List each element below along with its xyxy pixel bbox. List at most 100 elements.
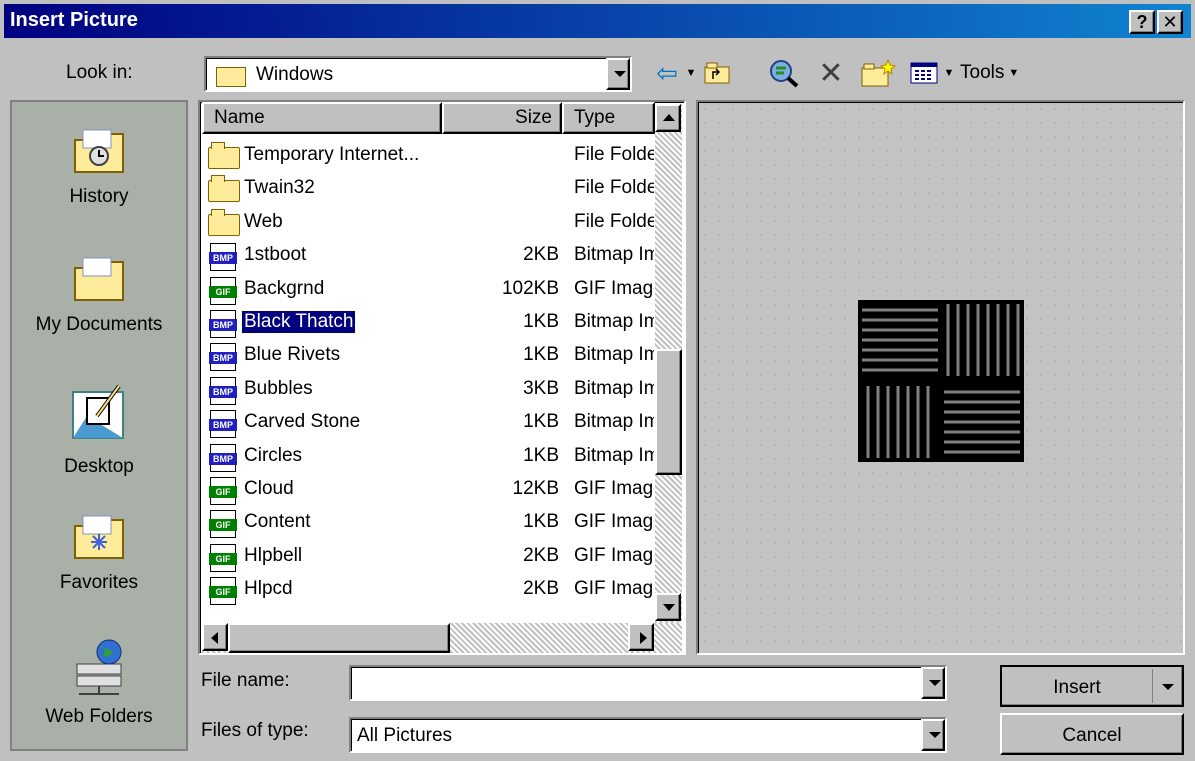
file-name: Web [244, 210, 283, 232]
column-header-label: Name [214, 107, 265, 128]
insert-button[interactable]: Insert [1000, 665, 1184, 707]
file-row[interactable]: BMPCircles 1KB Bitmap Image [202, 440, 657, 473]
file-name: Black Thatch [240, 310, 357, 334]
file-row[interactable]: Web File Folder [202, 206, 657, 239]
file-row[interactable]: Twain32 File Folder [202, 172, 657, 205]
up-arrow-icon [663, 114, 675, 121]
file-type: Bitmap Image [574, 344, 654, 366]
search-web-icon [770, 60, 799, 88]
file-row[interactable]: GIFHlpcd 2KB GIF Image [202, 573, 657, 606]
delete-button[interactable]: ✕ [814, 56, 848, 90]
gif-file-icon: GIF [206, 477, 240, 505]
help-icon: ? [1136, 12, 1148, 32]
bmp-file-icon: BMP [206, 376, 240, 405]
file-size: 1KB [523, 311, 559, 332]
column-header-label: Type [574, 107, 616, 128]
tools-label: Tools [960, 62, 1005, 83]
look-in-dropdown-button[interactable] [606, 58, 630, 90]
file-row[interactable]: Temporary Internet... File Folder [202, 139, 657, 172]
scroll-left-button[interactable] [202, 623, 228, 651]
place-web-folders[interactable]: Web Folders [12, 638, 186, 728]
bmp-file-icon: BMP [206, 343, 240, 372]
files-of-type-combo[interactable]: All Pictures [349, 717, 947, 753]
file-size: 1KB [523, 411, 559, 433]
insert-label: Insert [1053, 677, 1101, 698]
file-name: Blue Rivets [244, 344, 341, 366]
tools-menu-button[interactable]: Tools ▼ [960, 56, 1050, 90]
bmp-file-icon: BMP [206, 443, 240, 472]
cancel-label: Cancel [1062, 725, 1122, 746]
file-row[interactable]: GIFHlpbell 2KB GIF Image [202, 540, 657, 573]
right-arrow-icon [640, 632, 647, 644]
down-arrow-icon [663, 604, 675, 611]
column-header-label: Size [515, 107, 552, 128]
file-row[interactable]: BMP1stboot 2KB Bitmap Image [202, 239, 657, 272]
file-type: GIF Image [574, 578, 654, 600]
vertical-scrollbar[interactable] [655, 104, 682, 623]
file-row[interactable]: BMPBubbles 3KB Bitmap Image [202, 373, 657, 406]
look-in-combo[interactable]: Windows [204, 56, 632, 92]
insert-options-button[interactable] [1153, 667, 1183, 705]
place-label: My Documents [35, 314, 163, 335]
file-type: Bitmap Image [574, 311, 654, 332]
new-folder-icon [861, 58, 896, 87]
left-arrow-icon [211, 632, 218, 644]
column-header-type[interactable]: Type [562, 102, 655, 134]
file-type: Bitmap Image [574, 411, 654, 433]
file-row[interactable]: BMPBlue Rivets 1KB Bitmap Image [202, 339, 657, 372]
file-type: Bitmap Image [574, 444, 654, 466]
file-row[interactable]: GIFContent 1KB GIF Image [202, 506, 657, 539]
file-name-combo[interactable] [349, 665, 947, 701]
scroll-up-button[interactable] [655, 104, 681, 132]
place-history[interactable]: History [12, 126, 186, 208]
insert-options-icon [1162, 684, 1174, 690]
up-one-level-button[interactable] [700, 56, 734, 90]
file-name: 1stboot [244, 244, 307, 266]
back-arrow-icon: ⇦ [656, 57, 678, 88]
column-header-name[interactable]: Name [202, 102, 442, 134]
preview-pane [696, 100, 1185, 655]
place-desktop[interactable]: Desktop [12, 384, 186, 478]
bmp-file-icon: BMP [206, 310, 240, 338]
file-size: 2KB [523, 578, 559, 600]
file-row[interactable]: BMPCarved Stone 1KB Bitmap Image [202, 406, 657, 439]
place-favorites[interactable]: Favorites [12, 512, 186, 594]
file-list[interactable]: Name Size Type Temporary Internet... File… [198, 100, 686, 655]
search-web-button[interactable] [764, 56, 804, 90]
column-header-size[interactable]: Size [442, 102, 562, 134]
create-new-folder-button[interactable] [858, 56, 898, 90]
folder-icon [206, 208, 240, 236]
back-dropdown-icon[interactable]: ▼ [684, 56, 698, 90]
file-name-dropdown-button[interactable] [921, 667, 945, 699]
scroll-down-button[interactable] [655, 593, 681, 621]
file-type: GIF Image [574, 544, 654, 566]
file-type: File Folder [574, 144, 654, 165]
file-row[interactable]: BMPBlack Thatch 1KB Bitmap Image [202, 306, 657, 339]
file-name: Hlpcd [244, 578, 293, 600]
up-folder-icon [704, 62, 730, 84]
desktop-icon [72, 384, 124, 439]
file-name: Bubbles [244, 377, 313, 399]
views-button[interactable] [906, 56, 942, 90]
horizontal-scrollbar[interactable] [202, 623, 682, 653]
file-row[interactable]: GIFCloud 12KB GIF Image [202, 473, 657, 506]
place-my-documents[interactable]: My Documents [12, 254, 186, 336]
views-dropdown-icon[interactable]: ▼ [942, 56, 956, 90]
help-button[interactable]: ? [1129, 10, 1155, 34]
close-button[interactable]: ✕ [1157, 10, 1183, 34]
insert-picture-dialog: Insert Picture ? ✕ Look in: Windows ⇦ ▼ … [0, 0, 1195, 761]
file-size: 1KB [523, 344, 559, 366]
scroll-right-button[interactable] [628, 623, 654, 651]
delete-icon: ✕ [818, 56, 844, 90]
file-row[interactable]: GIFBackgrnd 102KB GIF Image [202, 273, 657, 306]
file-name: Temporary Internet... [244, 144, 420, 165]
favorites-folder-icon [74, 515, 124, 559]
scroll-thumb[interactable] [228, 623, 450, 653]
files-of-type-dropdown-button[interactable] [921, 719, 945, 751]
back-button[interactable]: ⇦ [650, 56, 684, 90]
cancel-button[interactable]: Cancel [1000, 713, 1184, 755]
file-size: 12KB [512, 478, 559, 499]
files-of-type-label: Files of type: [201, 720, 309, 741]
places-bar: History My Documents Desktop Favorites W… [10, 100, 188, 751]
scroll-thumb[interactable] [655, 349, 682, 475]
